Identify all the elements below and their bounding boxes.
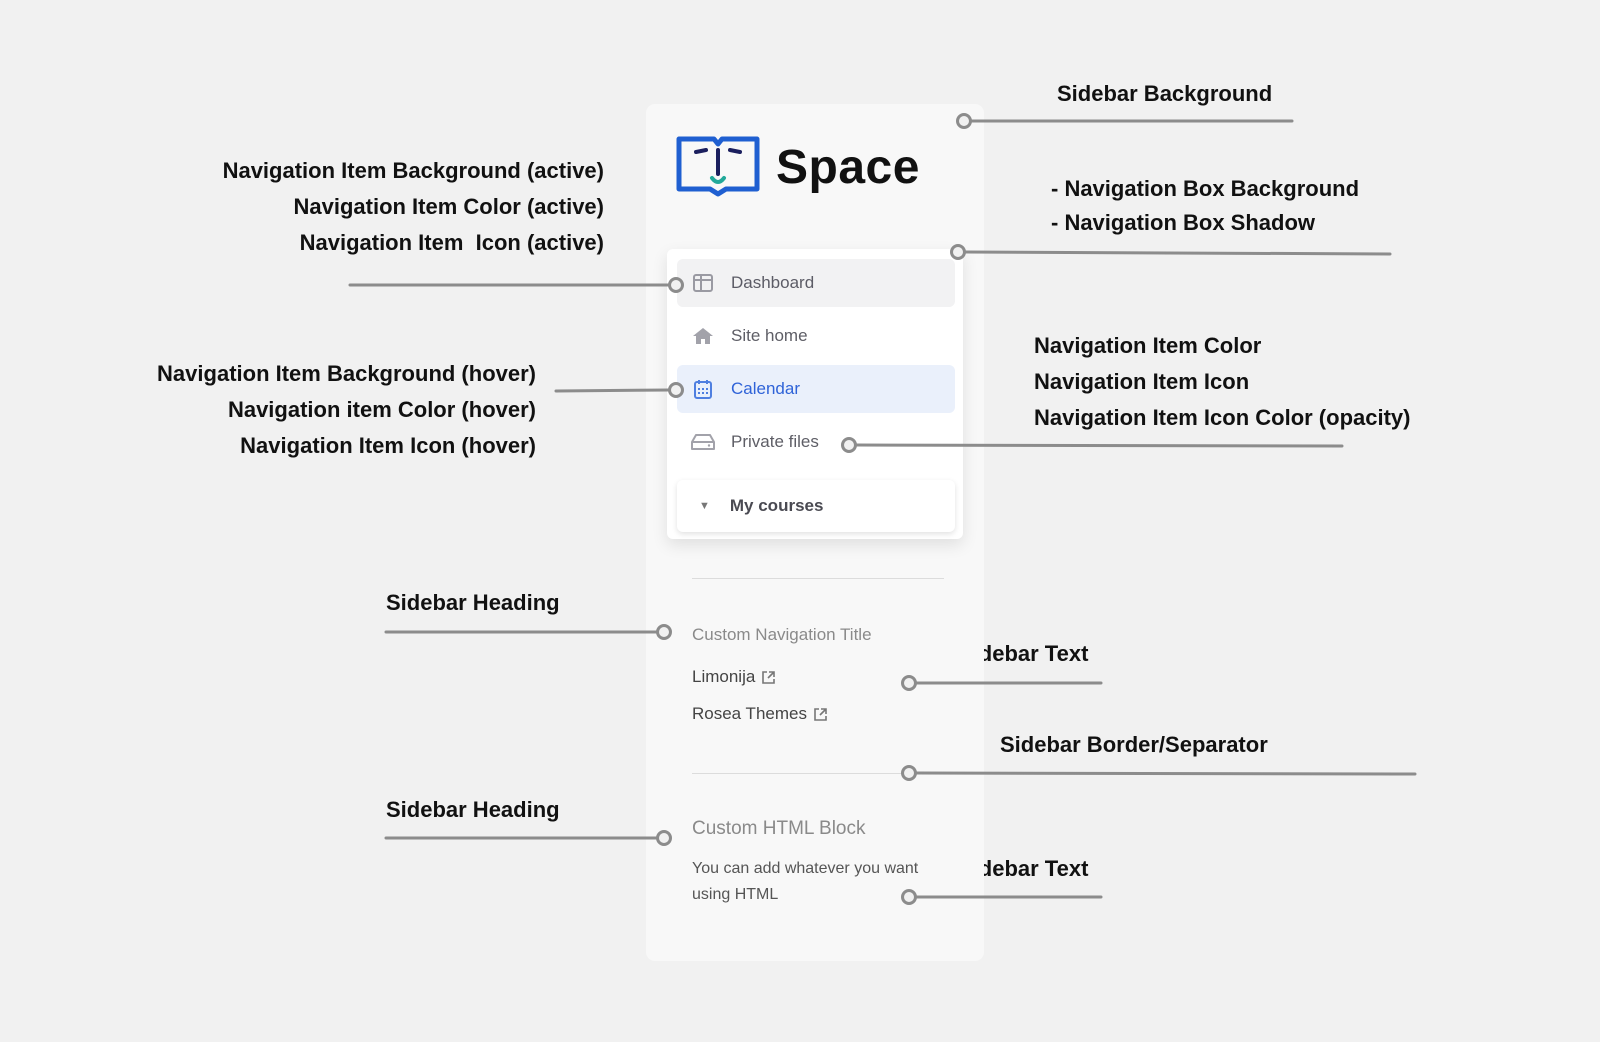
label-nav-hover-icon: Navigation Item Icon (hover) [240, 433, 536, 458]
label-nav-hover-bg: Navigation Item Background (hover) [157, 361, 536, 386]
label-nav-hover-color: Navigation item Color (hover) [227, 397, 536, 422]
nav-item-site-home[interactable]: Site home [677, 312, 955, 360]
layout-icon [691, 274, 715, 292]
label-nav-item-color: Navigation Item Color [1034, 333, 1262, 358]
nav-item-label: Calendar [731, 379, 800, 398]
sidebar-link-rosea-themes[interactable]: Rosea Themes [692, 704, 828, 724]
label-nav-box-bg: - Navigation Box Background [1051, 176, 1360, 201]
navigation-box: Dashboard Site home Calendar Private fil… [667, 249, 963, 539]
label-nav-box-group: - Navigation Box Background - Navigation… [1051, 172, 1359, 240]
sidebar-heading-custom-html: Custom HTML Block [692, 818, 866, 839]
label-nav-active-color: Navigation Item Color (active) [293, 194, 604, 219]
sidebar: Space Dashboard Site home Calendar Priva… [646, 104, 984, 961]
sidebar-separator [692, 773, 944, 774]
label-nav-item-icon: Navigation Item Icon [1034, 369, 1250, 394]
my-courses-label: My courses [729, 496, 824, 515]
nav-item-calendar[interactable]: Calendar [677, 365, 955, 413]
label-nav-active-bg: Navigation Item Background (active) [222, 158, 604, 183]
external-link-icon [813, 707, 828, 722]
label-sidebar-heading-2: Sidebar Heading [386, 797, 560, 822]
label-sidebar-separator: Sidebar Border/Separator [1000, 732, 1268, 757]
nav-item-dashboard[interactable]: Dashboard [677, 259, 955, 307]
sidebar-heading-custom-navigation: Custom Navigation Title [692, 625, 872, 644]
calendar-icon [691, 379, 715, 399]
nav-item-private-files[interactable]: Private files [677, 418, 955, 466]
label-nav-active-icon: Navigation Item Icon (active) [299, 230, 604, 255]
link-label: Rosea Themes [692, 704, 807, 723]
label-nav-item-icon-opacity: Navigation Item Icon Color (opacity) [1034, 405, 1411, 430]
home-icon [691, 327, 715, 345]
my-courses-toggle[interactable]: ▼ My courses [677, 480, 955, 532]
sidebar-text-html: You can add whatever you want using HTML [692, 860, 919, 903]
drive-icon [691, 434, 715, 450]
label-nav-box-shadow: - Navigation Box Shadow [1051, 210, 1316, 235]
open-book-face-icon [676, 132, 760, 203]
nav-item-label: Dashboard [731, 273, 815, 292]
logo-text: Space [776, 141, 920, 194]
label-nav-item-group: Navigation Item Color Navigation Item Ic… [1034, 328, 1410, 436]
label-sidebar-background: Sidebar Background [1057, 81, 1273, 106]
sidebar-link-limonija[interactable]: Limonija [692, 667, 776, 687]
logo[interactable]: Space [676, 132, 920, 203]
external-link-icon [761, 670, 776, 685]
label-nav-hover-group: Navigation Item Background (hover) Navig… [157, 356, 536, 464]
link-label: Limonija [692, 667, 756, 686]
nav-item-label: Private files [731, 432, 819, 451]
sidebar-separator [692, 578, 944, 579]
label-nav-active-group: Navigation Item Background (active) Navi… [223, 153, 604, 261]
nav-item-label: Site home [731, 326, 808, 345]
caret-down-icon: ▼ [699, 500, 710, 512]
label-sidebar-heading-1: Sidebar Heading [386, 590, 560, 615]
